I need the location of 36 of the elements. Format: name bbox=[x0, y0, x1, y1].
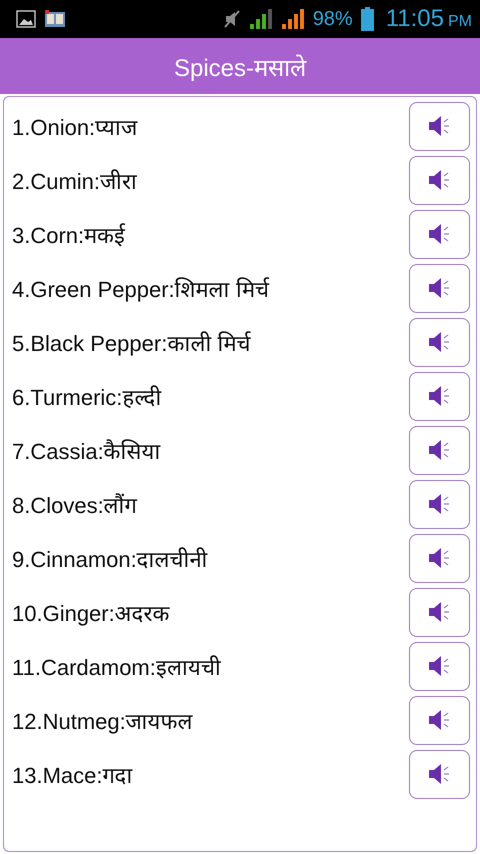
speaker-button[interactable] bbox=[409, 642, 470, 690]
speaker-button[interactable] bbox=[409, 318, 470, 366]
speaker-button[interactable] bbox=[409, 588, 470, 636]
spice-name: 10.Ginger:अदरक bbox=[12, 600, 170, 627]
image-icon bbox=[16, 10, 36, 28]
signal-icon bbox=[248, 8, 273, 30]
speaker-button[interactable] bbox=[409, 210, 470, 258]
spice-name: 8.Cloves:लौंग bbox=[12, 492, 137, 519]
spice-name: 9.Cinnamon:दालचीनी bbox=[12, 546, 208, 573]
speaker-button[interactable] bbox=[409, 426, 470, 474]
speaker-button[interactable] bbox=[409, 696, 470, 744]
spice-name: 13.Mace:गदा bbox=[12, 762, 132, 789]
battery-percent: 98% bbox=[312, 8, 353, 30]
spice-name: 12.Nutmeg:जायफल bbox=[12, 708, 193, 735]
clock-time: 11:05 bbox=[386, 5, 444, 33]
screen-title: Spices-मसाले bbox=[174, 54, 306, 82]
speaker-button[interactable] bbox=[409, 534, 470, 582]
spice-name: 11.Cardamom:इलायची bbox=[12, 654, 221, 681]
speaker-button[interactable] bbox=[409, 480, 470, 528]
speaker-button[interactable] bbox=[409, 102, 470, 150]
spice-name: 7.Cassia:कैसिया bbox=[12, 438, 161, 465]
speaker-button[interactable] bbox=[409, 264, 470, 312]
speaker-button[interactable] bbox=[409, 750, 470, 798]
mute-icon bbox=[222, 9, 241, 29]
clock-period: PM bbox=[448, 13, 472, 31]
spice-name: 4.Green Pepper:शिमला मिर्च bbox=[12, 276, 269, 303]
speaker-button[interactable] bbox=[409, 156, 470, 204]
speaker-button[interactable] bbox=[409, 372, 470, 420]
spice-name: 2.Cumin:जीरा bbox=[12, 168, 138, 195]
spice-name: 3.Corn:मकई bbox=[12, 222, 126, 249]
spice-name: 1.Onion:प्याज bbox=[12, 114, 138, 141]
signal-icon bbox=[280, 8, 305, 30]
book-icon bbox=[44, 9, 66, 29]
spice-name: 6.Turmeric:हल्दी bbox=[12, 384, 162, 411]
battery-icon bbox=[360, 7, 374, 31]
spice-name: 5.Black Pepper:काली मिर्च bbox=[12, 330, 250, 357]
